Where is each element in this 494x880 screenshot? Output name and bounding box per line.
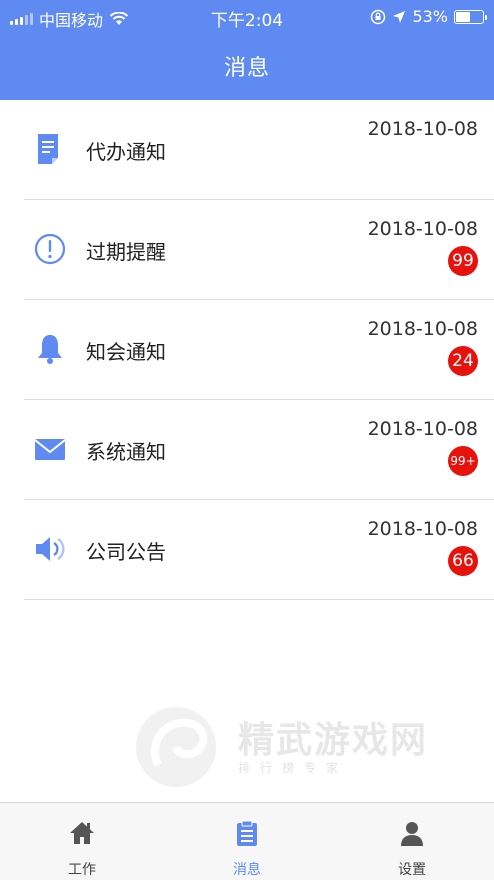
message-date: 2018-10-08 <box>367 418 478 440</box>
message-row-announcement[interactable]: 公司公告 2018-10-08 66 <box>24 500 494 600</box>
message-label: 公司公告 <box>86 540 166 564</box>
mail-icon <box>34 439 66 460</box>
speaker-icon <box>36 537 65 561</box>
location-icon <box>393 10 406 23</box>
bell-icon <box>38 335 62 364</box>
message-list: 代办通知 2018-10-08 过期提醒 2018-10-08 99 知会通知 … <box>0 100 494 600</box>
tab-label: 工作 <box>68 862 96 878</box>
tab-work[interactable]: 工作 <box>0 803 164 880</box>
unread-badge: 99+ <box>448 446 478 476</box>
message-label: 系统通知 <box>86 440 166 464</box>
tab-label: 设置 <box>398 862 426 878</box>
message-date: 2018-10-08 <box>367 118 478 140</box>
status-bar: 中国移动 下午2:04 53% <box>0 0 494 34</box>
tab-messages[interactable]: 消息 <box>165 803 329 880</box>
unread-badge: 24 <box>448 346 478 376</box>
tab-settings[interactable]: 设置 <box>330 803 494 880</box>
watermark-title: 精武游戏网 <box>238 720 429 761</box>
user-icon <box>401 822 423 846</box>
unread-badge: 66 <box>448 546 478 576</box>
page-title: 消息 <box>223 56 270 81</box>
message-row-expiry[interactable]: 过期提醒 2018-10-08 99 <box>24 200 494 300</box>
battery-percent: 53% <box>412 7 448 26</box>
unread-badge: 99 <box>448 246 478 276</box>
clipboard-icon <box>237 820 257 846</box>
status-right: 53% <box>370 7 487 26</box>
message-date: 2018-10-08 <box>367 318 478 340</box>
watermark-logo-icon <box>136 707 216 787</box>
message-row-system[interactable]: 系统通知 2018-10-08 99+ <box>24 400 494 500</box>
message-row-notice[interactable]: 知会通知 2018-10-08 24 <box>24 300 494 400</box>
battery-icon <box>454 9 487 24</box>
document-icon <box>38 134 58 164</box>
message-date: 2018-10-08 <box>367 518 478 540</box>
watermark-subtitle: 排行榜专家 <box>238 761 349 775</box>
app-header: 中国移动 下午2:04 53% 消息 <box>0 0 494 100</box>
message-label: 知会通知 <box>86 340 166 364</box>
alert-circle-icon <box>34 233 66 265</box>
rotation-lock-icon <box>371 9 386 24</box>
tab-bar: 工作 消息 设置 <box>0 802 494 880</box>
home-icon <box>70 822 94 844</box>
message-label: 代办通知 <box>86 140 166 164</box>
tab-label: 消息 <box>233 862 261 878</box>
watermark: 精武游戏网 排行榜专家 <box>128 695 468 795</box>
message-label: 过期提醒 <box>86 240 166 264</box>
message-row-todo[interactable]: 代办通知 2018-10-08 <box>24 100 494 200</box>
message-date: 2018-10-08 <box>367 218 478 240</box>
